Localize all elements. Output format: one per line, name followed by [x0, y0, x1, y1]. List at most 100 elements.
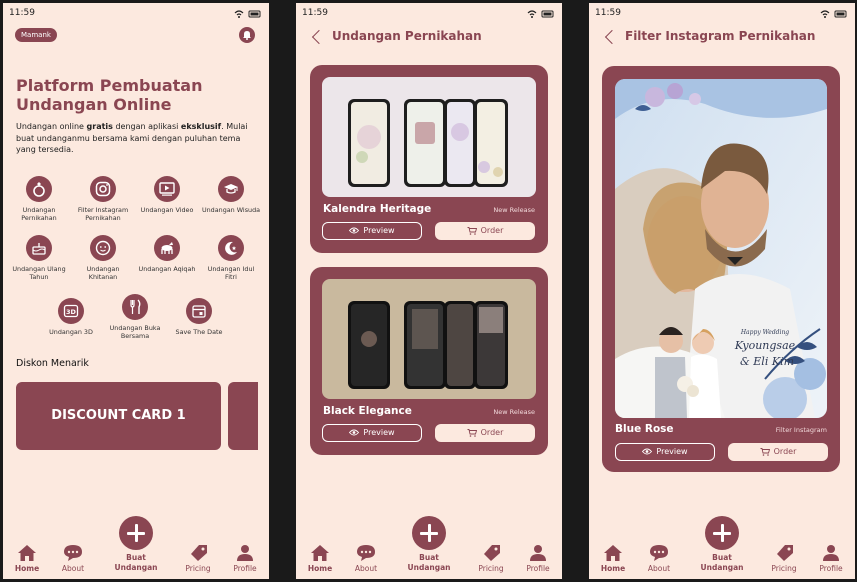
- home-icon: [604, 545, 622, 561]
- nav-label: Undangan: [114, 563, 158, 572]
- filter-name: Blue Rose: [615, 423, 674, 435]
- cart-icon: [467, 226, 477, 235]
- nav-home[interactable]: Home: [7, 544, 47, 573]
- nav-pricing[interactable]: Pricing: [178, 544, 218, 573]
- nav-create[interactable]: Buat Undangan: [106, 516, 166, 573]
- nav-home[interactable]: Home: [300, 544, 340, 573]
- feature-undangan-idul-fitri[interactable]: Undangan Idul Fitri: [201, 235, 261, 281]
- discount-card-next[interactable]: [228, 382, 258, 450]
- svg-text:Kyoungsae: Kyoungsae: [734, 339, 796, 352]
- nav-pricing[interactable]: Pricing: [471, 544, 511, 573]
- feature-undangan-wisuda[interactable]: Undangan Wisuda: [201, 176, 261, 214]
- template-name: Kalendra Heritage: [323, 203, 432, 215]
- nav-profile[interactable]: Profile: [518, 544, 558, 573]
- price-tag-icon: [777, 545, 793, 561]
- cake-icon: [26, 235, 52, 261]
- eye-icon: [349, 227, 360, 234]
- crescent-icon: [218, 235, 244, 261]
- home-screen: 11:59 Mamank Platform Pembuatan Undangan…: [3, 3, 269, 579]
- template-card[interactable]: Black Elegance New Release Preview Order: [310, 267, 548, 455]
- nav-about[interactable]: About: [346, 544, 386, 573]
- page-title: Undangan Pernikahan: [332, 29, 482, 43]
- feature-save-the-date[interactable]: Save The Date: [169, 298, 229, 336]
- nav-label: About: [61, 564, 85, 573]
- nav-label: Profile: [526, 564, 550, 573]
- nav-create[interactable]: Buat Undangan: [399, 516, 459, 573]
- feature-label: Undangan Video: [140, 206, 194, 214]
- goat-icon: [154, 235, 180, 261]
- nav-label: Undangan: [700, 563, 744, 572]
- nav-about[interactable]: About: [53, 544, 93, 573]
- feature-label: Undangan Aqiqah: [138, 265, 196, 273]
- discount-card[interactable]: DISCOUNT CARD 1: [16, 382, 221, 450]
- ring-icon: [26, 176, 52, 202]
- feature-filter-instagram[interactable]: Filter Instagram Pernikahan: [73, 176, 133, 222]
- plus-icon: [705, 516, 739, 550]
- feature-undangan-ulang-tahun[interactable]: Undangan Ulang Tahun: [9, 235, 69, 281]
- price-tag-icon: [484, 545, 500, 561]
- nav-label: About: [647, 564, 671, 573]
- home-icon: [311, 545, 329, 561]
- nav-profile[interactable]: Profile: [811, 544, 851, 573]
- nav-label: Home: [600, 564, 626, 573]
- nav-about[interactable]: About: [639, 544, 679, 573]
- feature-undangan-video[interactable]: Undangan Video: [137, 176, 197, 214]
- nav-label: Buat: [419, 553, 439, 562]
- feature-undangan-buka-bersama[interactable]: Undangan Buka Bersama: [105, 294, 165, 340]
- filter-card[interactable]: Happy Wedding Kyoungsae & Eli Kim Blue R…: [602, 66, 840, 472]
- bottom-nav: Home About Buat Undangan Pricing Profile: [296, 513, 562, 579]
- template-name: Black Elegance: [323, 405, 412, 417]
- eye-icon: [349, 429, 360, 436]
- feature-label: Undangan Idul Fitri: [207, 265, 255, 281]
- feature-label: Undangan Buka Bersama: [109, 324, 161, 340]
- wifi-battery-icon: [820, 10, 847, 18]
- bottom-nav: Home About Buat Undangan Pricing Profile: [589, 513, 855, 579]
- order-button[interactable]: Order: [435, 222, 535, 240]
- back-arrow-icon[interactable]: [311, 29, 327, 45]
- nav-label: Pricing: [185, 564, 211, 573]
- feature-undangan-3d[interactable]: 3D Undangan 3D: [41, 298, 101, 336]
- preview-button[interactable]: Preview: [322, 424, 422, 442]
- feature-undangan-aqiqah[interactable]: Undangan Aqiqah: [137, 235, 197, 273]
- back-arrow-icon[interactable]: [604, 29, 620, 45]
- nav-label: Home: [307, 564, 333, 573]
- nav-create[interactable]: Buat Undangan: [692, 516, 752, 573]
- preview-button[interactable]: Preview: [615, 443, 715, 461]
- order-button[interactable]: Order: [728, 443, 828, 461]
- feature-undangan-pernikahan[interactable]: Undangan Pernikahan: [9, 176, 69, 222]
- wifi-battery-icon: [234, 10, 261, 18]
- baby-face-icon: [90, 235, 116, 261]
- header: Undangan Pernikahan: [308, 28, 550, 50]
- instagram-filter-screen: 11:59 Filter Instagram Pernikahan Happy …: [589, 3, 855, 579]
- wifi-battery-icon: [527, 10, 554, 18]
- hero-description: Undangan online gratis dengan aplikasi e…: [16, 122, 248, 154]
- instagram-icon: [90, 176, 116, 202]
- notification-bell-icon[interactable]: [239, 27, 255, 43]
- plus-icon: [119, 516, 153, 550]
- user-chip[interactable]: Mamank: [15, 28, 57, 42]
- nav-profile[interactable]: Profile: [225, 544, 265, 573]
- chat-bubble-icon: [357, 545, 375, 561]
- filter-preview-image: Happy Wedding Kyoungsae & Eli Kim: [615, 79, 827, 418]
- nav-label: Profile: [233, 564, 257, 573]
- section-title: Diskon Menarik: [16, 358, 89, 369]
- feature-label: Undangan Khitanan: [86, 265, 120, 281]
- preview-button[interactable]: Preview: [322, 222, 422, 240]
- nav-label: Buat: [712, 553, 732, 562]
- utensils-icon: [122, 294, 148, 320]
- order-button[interactable]: Order: [435, 424, 535, 442]
- nav-home[interactable]: Home: [593, 544, 633, 573]
- nav-pricing[interactable]: Pricing: [764, 544, 804, 573]
- status-bar: 11:59: [9, 8, 263, 20]
- svg-text:& Eli Kim: & Eli Kim: [740, 355, 794, 368]
- feature-undangan-khitanan[interactable]: Undangan Khitanan: [73, 235, 133, 281]
- user-icon: [530, 545, 546, 561]
- calendar-icon: [186, 298, 212, 324]
- nav-label: Buat: [126, 553, 146, 562]
- filter-tag: Filter Instagram: [775, 426, 827, 434]
- feature-label: Save The Date: [175, 328, 223, 336]
- template-card[interactable]: Kalendra Heritage New Release Preview Or…: [310, 65, 548, 253]
- wedding-invitations-screen: 11:59 Undangan Pernikahan Kalendra Herit…: [296, 3, 562, 579]
- feature-label: Undangan Ulang Tahun: [12, 265, 66, 281]
- graduation-cap-icon: [218, 176, 244, 202]
